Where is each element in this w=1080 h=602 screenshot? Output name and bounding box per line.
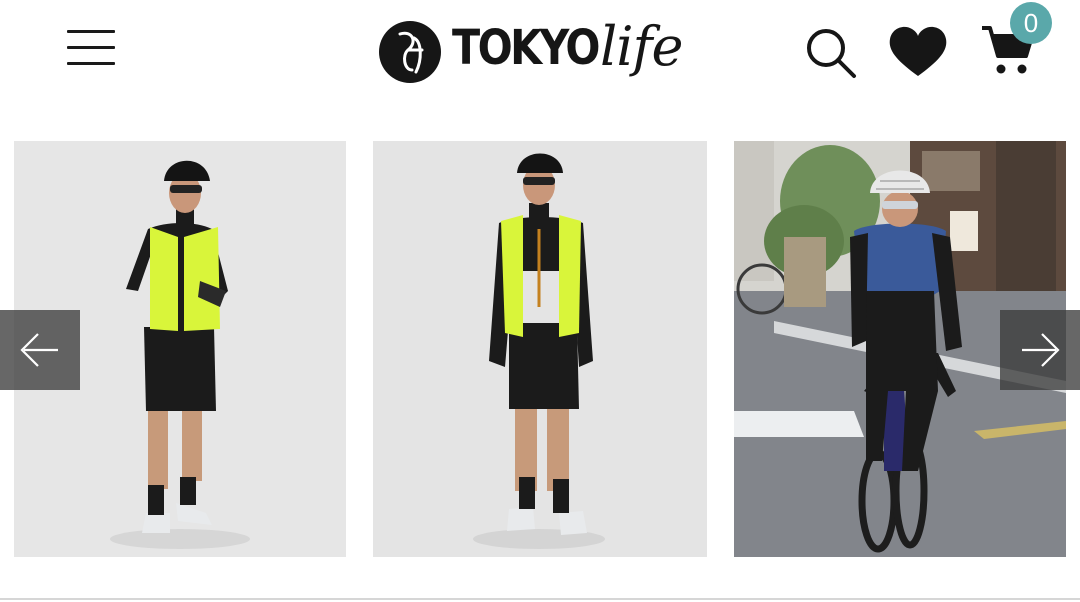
search-icon bbox=[807, 29, 856, 78]
arrow-left-icon bbox=[20, 333, 58, 367]
tokyolife-logo[interactable]: TOKYO life bbox=[378, 16, 708, 96]
hamburger-menu-icon bbox=[67, 30, 115, 33]
hamburger-line bbox=[67, 46, 115, 49]
logo-script: life bbox=[600, 15, 683, 78]
carousel-next-button[interactable] bbox=[1000, 310, 1080, 390]
arrow-right-icon bbox=[1022, 333, 1060, 367]
search-button[interactable] bbox=[804, 26, 858, 80]
section-divider bbox=[0, 598, 1080, 600]
favorites-button[interactable] bbox=[886, 22, 950, 80]
product-image-carousel[interactable] bbox=[0, 141, 1080, 559]
carousel-prev-button[interactable] bbox=[0, 310, 80, 390]
cart-count-badge: 0 bbox=[1010, 2, 1052, 44]
hamburger-menu-button[interactable] bbox=[62, 24, 120, 72]
hamburger-line bbox=[67, 62, 115, 65]
heart-icon bbox=[889, 26, 947, 76]
carousel-slide-2[interactable] bbox=[373, 141, 707, 557]
site-header: TOKYO life 0 bbox=[0, 0, 1080, 110]
cyclist-studio-photo-2 bbox=[373, 141, 707, 557]
logo-mark-icon bbox=[379, 21, 441, 83]
logo-wordmark: TOKYO bbox=[452, 20, 600, 76]
